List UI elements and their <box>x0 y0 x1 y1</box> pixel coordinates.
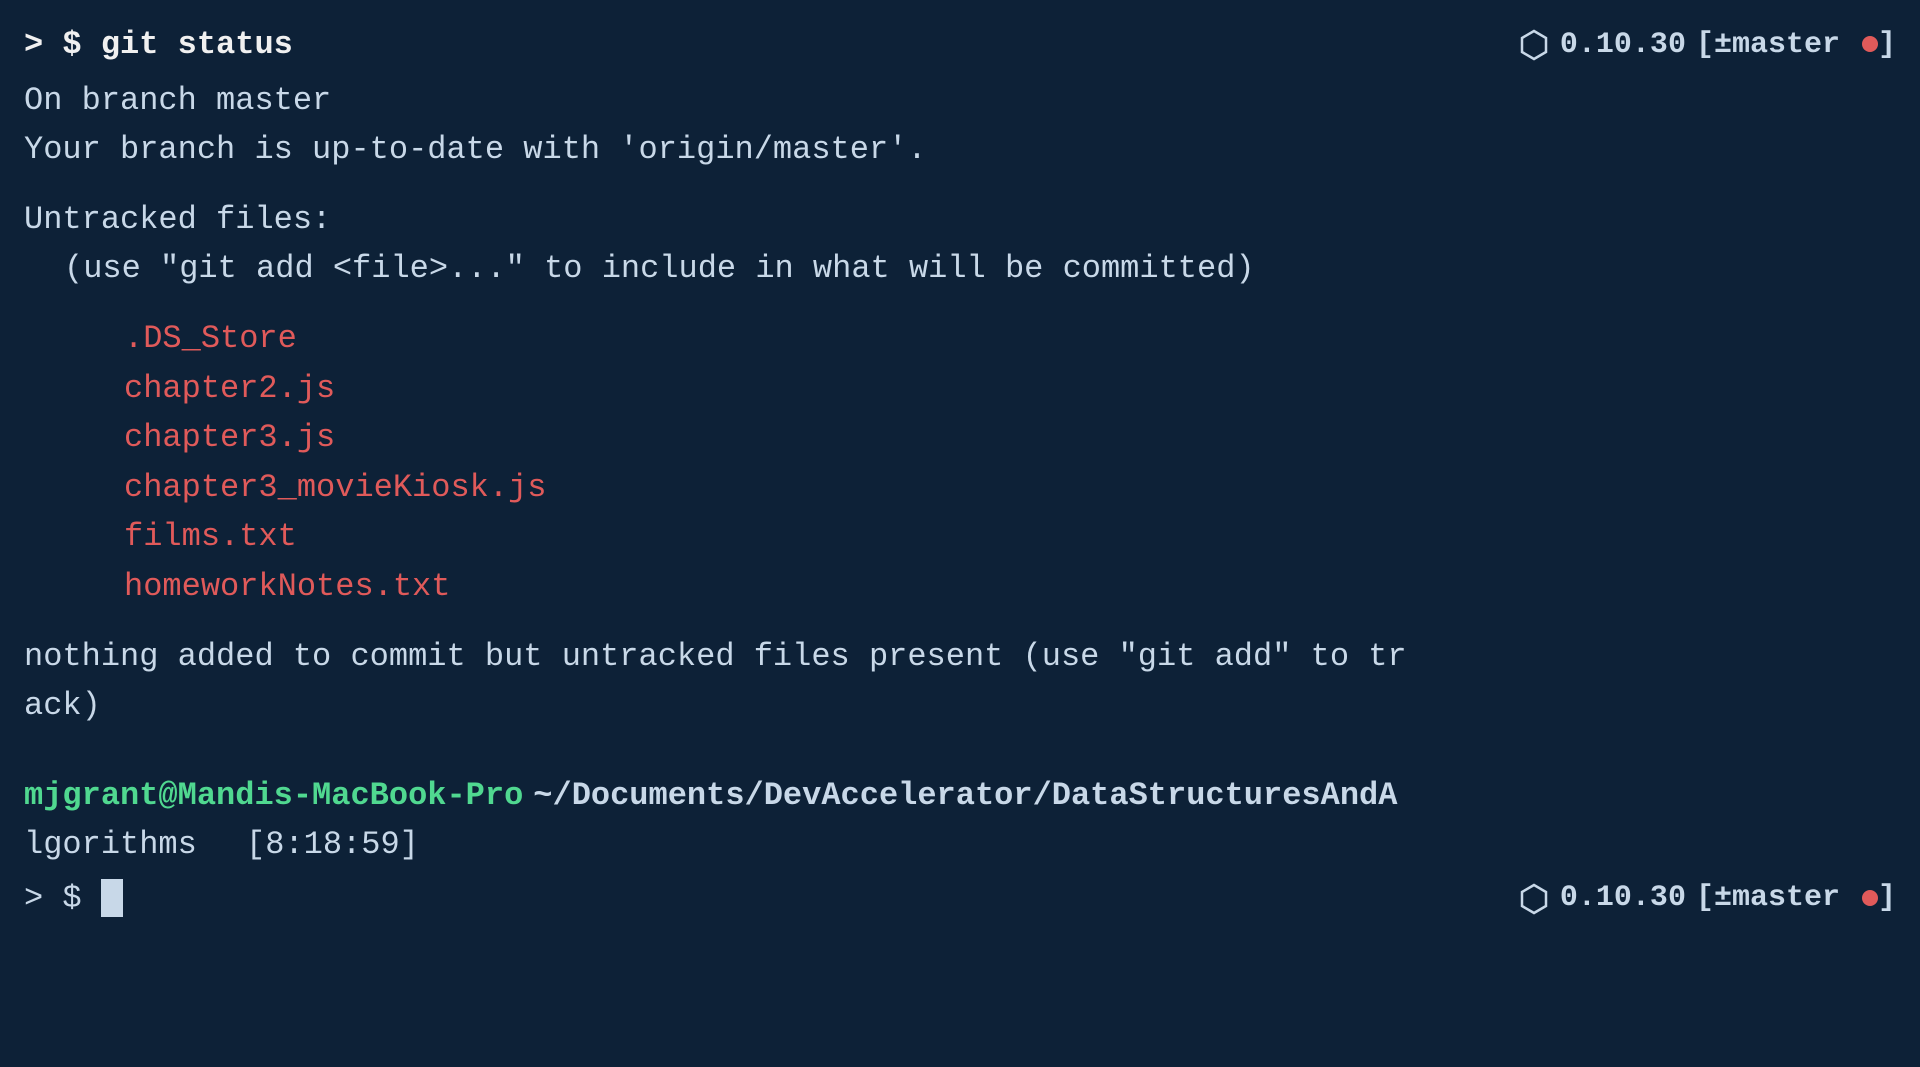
version-badge: 0.10.30 [±master ] <box>1518 22 1896 69</box>
gap3 <box>24 612 1896 632</box>
bottom-version-number: 0.10.30 <box>1560 875 1686 922</box>
file-films: films.txt <box>24 512 1896 562</box>
hint-line: (use "git add <file>..." to include in w… <box>24 244 1896 294</box>
top-bar: > $ git status 0.10.30 [±master ] <box>24 20 1896 70</box>
untracked-header: Untracked files: <box>24 195 1896 245</box>
branch-badge-top: [±master ] <box>1696 22 1896 69</box>
version-number: 0.10.30 <box>1560 22 1686 69</box>
branch-badge-bottom: [±master ] <box>1696 875 1896 922</box>
prompt-arrow: > <box>24 26 62 63</box>
file-ds-store: .DS_Store <box>24 314 1896 364</box>
nothing-added-line1: nothing added to commit but untracked fi… <box>24 632 1896 682</box>
file-chapter3: chapter3.js <box>24 413 1896 463</box>
terminal: > $ git status 0.10.30 [±master ] On bra… <box>0 0 1920 1067</box>
bottom-bar: > $ 0.10.30 [±master ] <box>24 874 1896 924</box>
path-line2: lgorithms [8:18:59] <box>24 820 419 870</box>
red-dot-bottom <box>1862 890 1878 906</box>
bottom-version-badge: 0.10.30 [±master ] <box>1518 875 1896 922</box>
cursor <box>101 879 123 917</box>
hex-icon <box>1518 29 1550 61</box>
gap4 <box>24 731 1896 751</box>
bottom-prompt[interactable]: > $ <box>24 874 123 924</box>
nothing-added-line2: ack) <box>24 681 1896 731</box>
file-chapter2: chapter2.js <box>24 364 1896 414</box>
user-path-line: mjgrant@Mandis-MacBook-Pro ~/Documents/D… <box>24 771 1896 821</box>
up-to-date-line: Your branch is up-to-date with 'origin/m… <box>24 125 1896 175</box>
prompt-text: > $ <box>24 880 82 917</box>
git-command: > $ git status <box>24 20 293 70</box>
file-homeworknotes: homeworkNotes.txt <box>24 562 1896 612</box>
red-dot-top <box>1862 36 1878 52</box>
file-chapter3-moviekiosk: chapter3_movieKiosk.js <box>24 463 1896 513</box>
gap1 <box>24 175 1896 195</box>
gap2 <box>24 294 1896 314</box>
hex-icon-bottom <box>1518 883 1550 915</box>
timestamp: [8:18:59] <box>246 826 419 863</box>
path: ~/Documents/DevAccelerator/DataStructure… <box>533 771 1397 821</box>
on-branch-line: On branch master <box>24 76 1896 126</box>
bottom-prompt-area: mjgrant@Mandis-MacBook-Pro ~/Documents/D… <box>24 771 1896 924</box>
command-text: $ git status <box>62 26 292 63</box>
username: mjgrant@Mandis-MacBook-Pro <box>24 771 523 821</box>
